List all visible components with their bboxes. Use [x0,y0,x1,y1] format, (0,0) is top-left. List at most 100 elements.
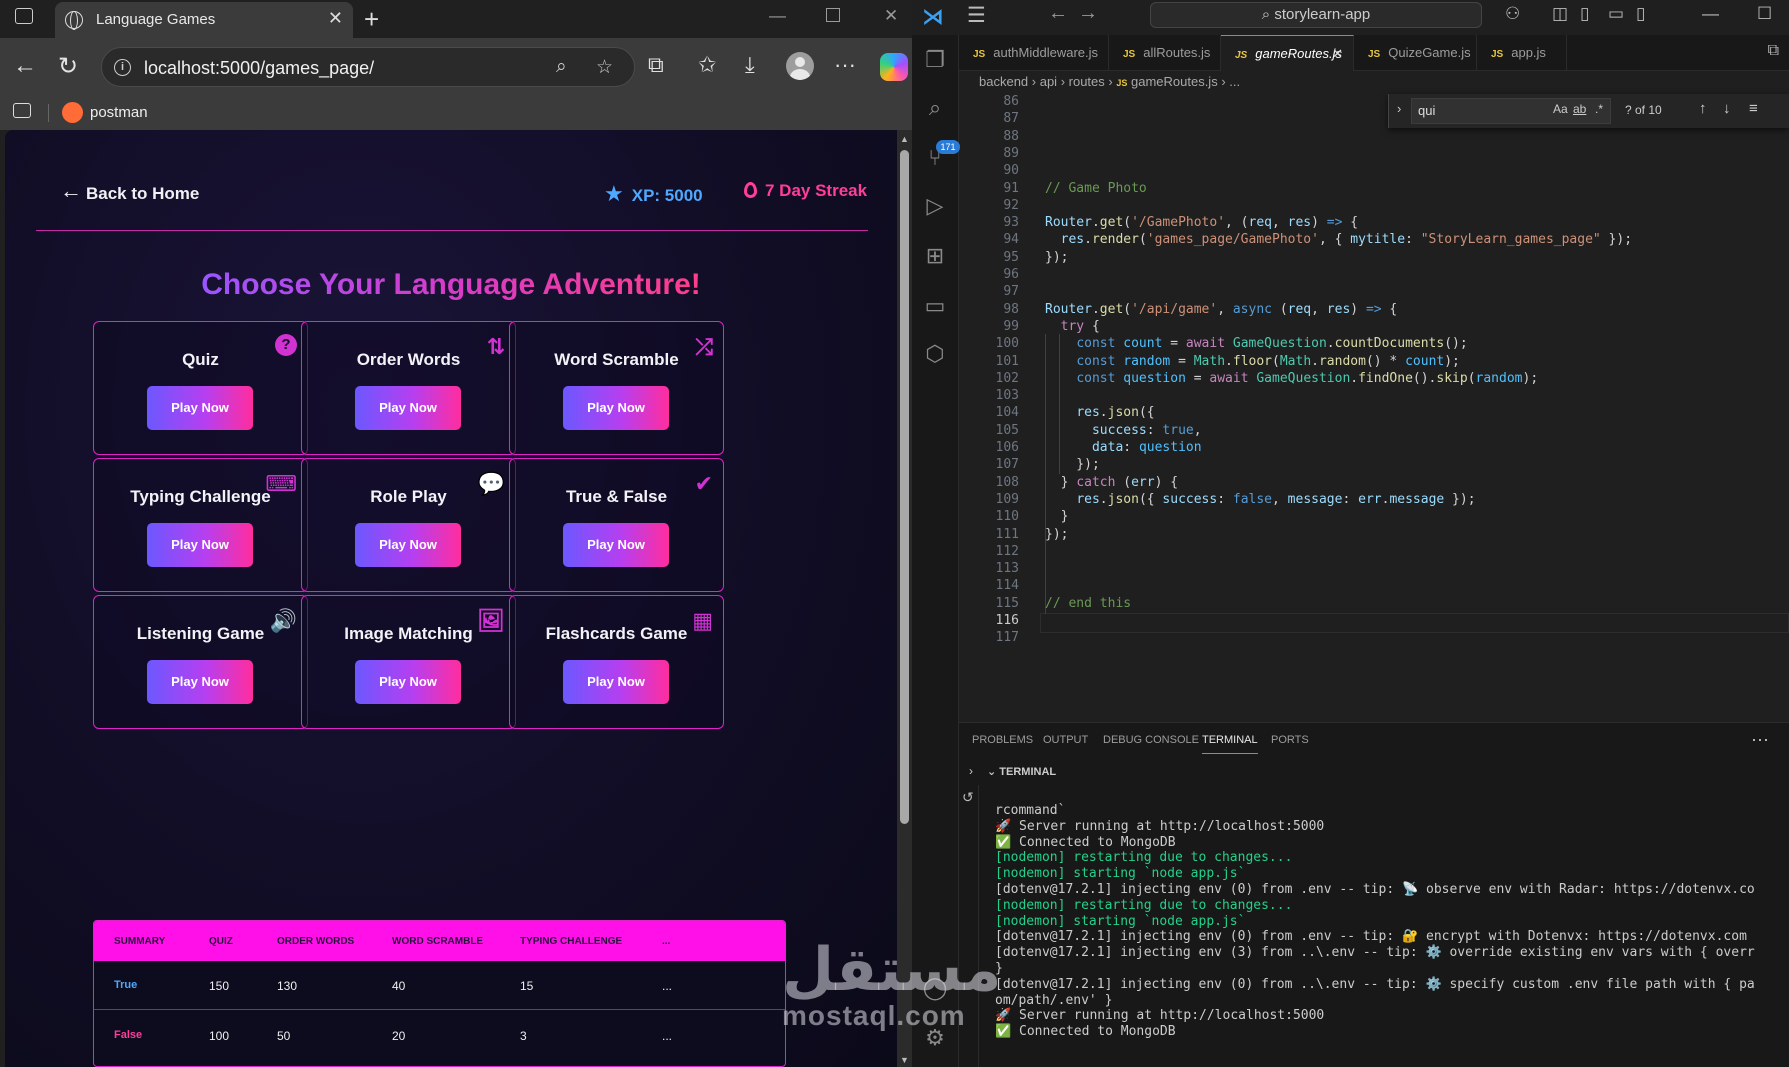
terminal-title[interactable]: ⌄ TERMINAL [987,765,1056,778]
breadcrumb-item[interactable]: ... [1229,74,1240,89]
close-icon[interactable]: ✕ [1332,36,1343,72]
address-bar[interactable]: i localhost:5000/games_page/ ⌕ ☆ [101,47,635,87]
terminal-output[interactable]: rcommand` 🚀 Server running at http://loca… [995,803,1789,1067]
xp-label: XP: 5000 [631,186,703,205]
play-now-button[interactable]: Play Now [147,523,253,567]
search-icon[interactable]: ⌕ [922,95,948,121]
page-scrollbar[interactable]: ▲ ▼ [897,130,912,1067]
copilot-icon[interactable]: ⚇ [1505,4,1520,24]
scroll-up-icon[interactable]: ▲ [900,134,909,144]
zoom-icon[interactable]: ⌕ [556,56,567,78]
code-editor[interactable]: 86 87 88 89 90 91 // Game Photo 92 93 Router.get(… [959,94,1789,722]
play-now-button[interactable]: Play Now [563,660,669,704]
address-url[interactable]: localhost:5000/games_page/ [144,58,374,79]
layout-icon[interactable]: ◫ [1552,4,1568,24]
toggle-sidebar-icon[interactable]: ▯ [1580,4,1589,24]
bookmark-postman[interactable]: postman [90,104,148,121]
sidebar-toggle-icon[interactable] [13,103,31,118]
info-icon[interactable]: i [114,59,131,76]
remote-explorer-icon[interactable]: ▭ [922,293,948,319]
nav-forward-icon[interactable]: → [1078,2,1098,25]
summary-table: SUMMARY QUIZ ORDER WORDS WORD SCRAMBLE TYPIN… [93,920,786,1067]
arrow-left-icon[interactable]: ← [60,178,82,204]
toggle-panel-icon[interactable]: ▭ [1608,4,1624,24]
breadcrumb-item[interactable]: gameRoutes.js [1131,74,1218,89]
panel-tab[interactable]: OUTPUT [1043,734,1088,746]
profile-icon[interactable] [786,52,814,80]
more-icon[interactable]: ··· [1751,729,1769,750]
copilot-icon[interactable] [880,53,908,81]
maximize-icon[interactable]: ☐ [1757,4,1772,24]
play-now-button[interactable]: Play Now [355,660,461,704]
minimize-icon[interactable]: — [1702,4,1719,24]
command-center[interactable]: ⌕ storylearn-app [1150,2,1482,28]
close-icon[interactable]: ✕ [328,8,343,29]
regex-toggle[interactable]: .* [1595,102,1603,116]
breadcrumb-item[interactable]: routes [1069,74,1105,89]
new-tab-icon[interactable]: + [364,4,379,35]
code-text: res.json({ [1076,405,1155,421]
table-cell: 20 [392,1029,406,1043]
scrollbar-thumb[interactable] [900,150,909,824]
chat-icon: 💬 [477,471,505,496]
cube-icon[interactable]: ⬡ [922,341,948,367]
editor-tab[interactable]: JS gameRoutes.js ✕ [1221,35,1354,71]
favorites-icon[interactable]: ✩ [698,52,716,78]
panel-tab[interactable]: PORTS [1271,734,1309,746]
maximize-icon[interactable] [826,8,840,22]
more-icon[interactable]: ··· [834,52,856,78]
match-case-toggle[interactable]: Aa [1553,102,1568,116]
editor-tab[interactable]: JS app.js [1477,35,1567,71]
scroll-down-icon[interactable]: ▼ [900,1055,909,1065]
editor-tab[interactable]: JS allRoutes.js [1109,35,1221,71]
back-icon[interactable]: ← [13,52,37,80]
line-number: 105 [995,422,1019,438]
find-menu-icon[interactable]: ≡ [1749,100,1758,117]
game-card: Listening Game 🔊 Play Now [93,595,308,729]
play-now-button[interactable]: Play Now [355,386,461,430]
tab-actions-icon[interactable] [15,8,33,24]
split-editor-icon[interactable]: ⧉ [1768,42,1779,60]
line-number: 91 [1003,180,1019,196]
next-match-icon[interactable]: ↓ [1723,100,1731,117]
minimize-icon[interactable]: — [769,6,786,26]
panel-tab[interactable]: PROBLEMS [972,734,1033,746]
play-now-button[interactable]: Play Now [147,660,253,704]
star-icon[interactable]: ☆ [596,56,613,79]
breadcrumb-separator-icon: › [1104,74,1117,89]
window-close-icon[interactable]: ✕ [884,6,898,26]
play-now-button[interactable]: Play Now [147,386,253,430]
code-text: const count = await GameQuestion.countDo… [1076,336,1468,352]
table-row: True 150 130 40 15... [94,961,785,1010]
back-to-home-link[interactable]: Back to Home [86,184,199,204]
history-icon[interactable]: ↺ [962,789,974,806]
reload-icon[interactable]: ↻ [58,52,78,81]
extensions-icon[interactable]: ⧉ [648,52,664,78]
explorer-icon[interactable]: ❐ [922,47,948,73]
run-debug-icon[interactable]: ▷ [922,193,948,219]
extensions-icon[interactable]: ⊞ [922,243,948,269]
menu-icon[interactable]: ☰ [967,3,986,28]
downloads-icon[interactable]: ⤓ [745,52,755,78]
previous-match-icon[interactable]: ↑ [1699,100,1707,117]
panel-tab[interactable]: TERMINAL [1202,734,1258,754]
nav-back-icon[interactable]: ← [1048,2,1068,25]
code-text: Router.get('/api/game', async (req, res)… [1045,301,1398,317]
play-now-button[interactable]: Play Now [355,523,461,567]
breadcrumb-item[interactable]: api [1040,74,1057,89]
chevron-right-icon[interactable]: › [969,764,973,778]
browser-tabbar: Language Games ✕ + — ✕ [0,0,912,38]
code-text: res.render('games_page/GamePhoto', { myt… [1060,232,1633,248]
toggle-replace-icon[interactable]: › [1397,101,1401,116]
breadcrumb-item[interactable]: backend [979,74,1028,89]
panel-tab[interactable]: DEBUG CONSOLE [1103,734,1199,746]
toggle-secondary-icon[interactable]: ▯ [1636,4,1645,24]
browser-tab[interactable]: Language Games ✕ [55,2,353,38]
sort-icon: ⇅ [486,334,505,359]
line-number: 87 [1003,111,1019,127]
match-word-toggle[interactable]: ab [1573,102,1586,116]
editor-tab[interactable]: JS QuizeGame.js [1354,35,1477,71]
play-now-button[interactable]: Play Now [563,386,669,430]
play-now-button[interactable]: Play Now [563,523,669,567]
editor-tab[interactable]: JS authMiddleware.js [959,35,1109,71]
